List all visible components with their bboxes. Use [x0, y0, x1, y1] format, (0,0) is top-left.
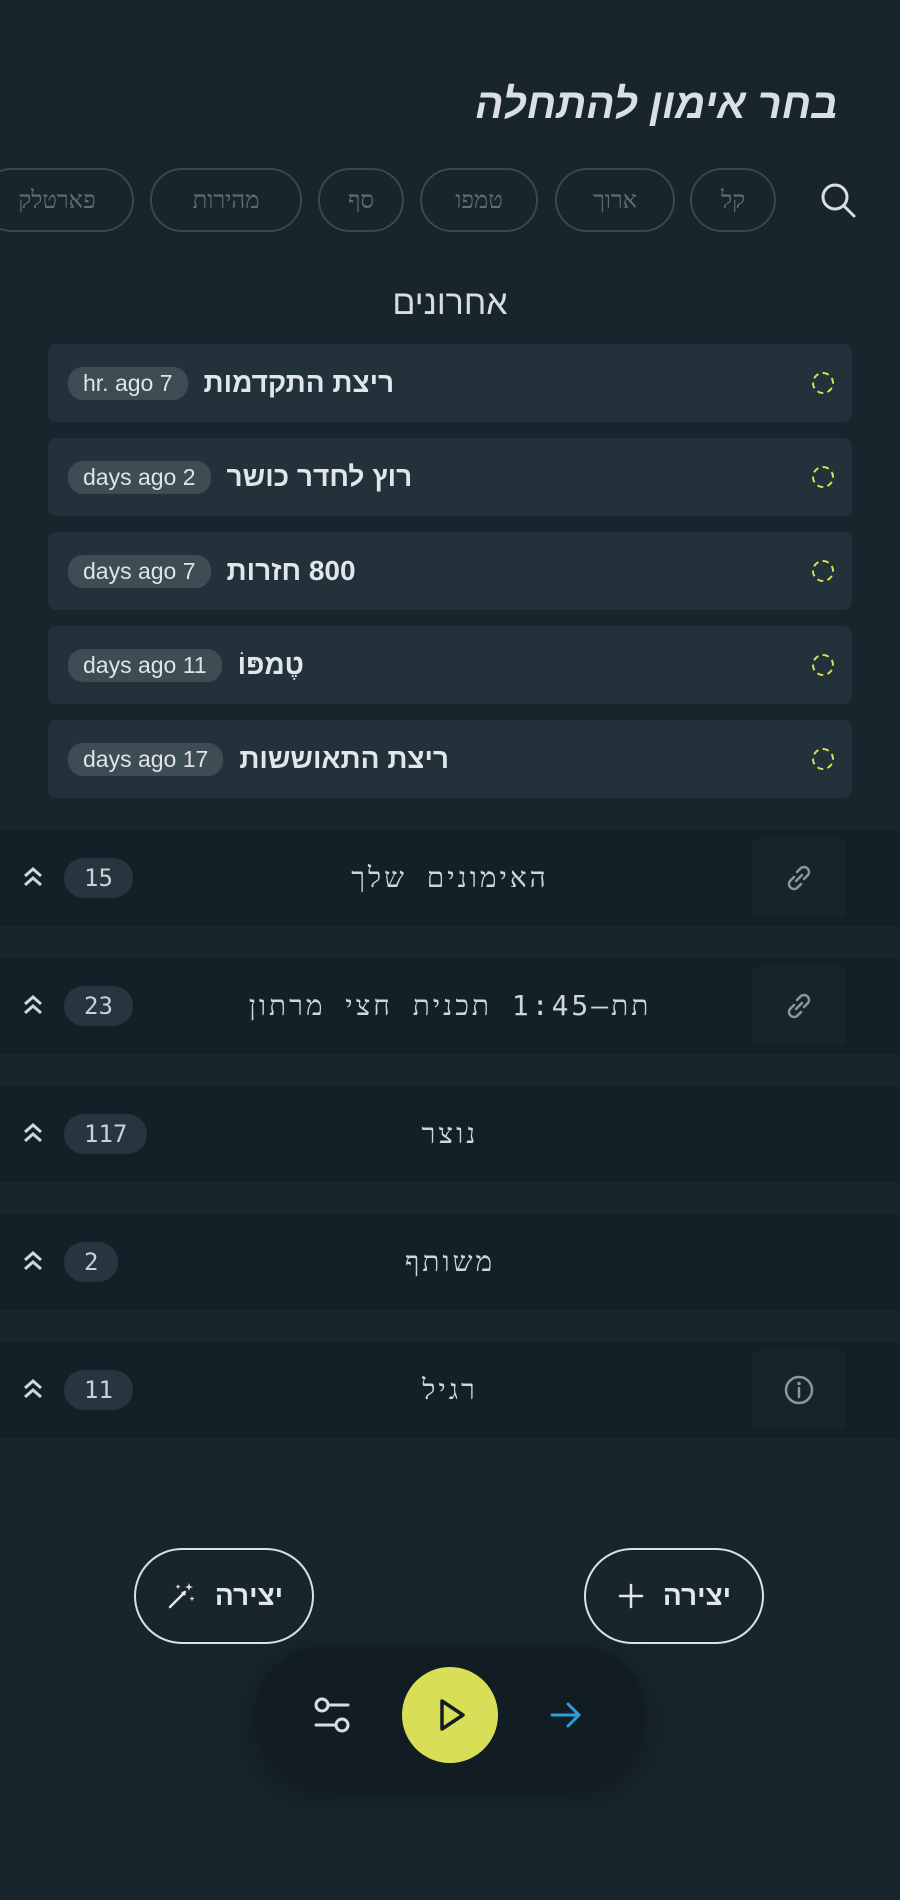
double-chevron-up-icon[interactable] — [20, 864, 46, 890]
sliders-icon[interactable] — [312, 1695, 352, 1735]
filter-chip[interactable]: סף — [318, 168, 404, 232]
status-dot-icon — [812, 560, 834, 582]
bottom-control-bar — [254, 1646, 646, 1784]
recent-workout-item[interactable]: days ago 17 ריצת התאוששות — [48, 720, 852, 798]
count-badge: 23 — [64, 986, 133, 1026]
section-label: האימונים שלך — [351, 861, 549, 894]
play-icon — [440, 1699, 465, 1731]
recent-workout-title: טֶמפּוֹ — [237, 649, 304, 680]
section-label: תת–1:45 תכנית חצי מרתון — [248, 989, 652, 1022]
filter-chip[interactable]: פארטלק — [0, 168, 134, 232]
section-half-marathon-plan[interactable]: 23 תת–1:45 תכנית חצי מרתון — [0, 958, 900, 1054]
count-badge: 117 — [64, 1114, 148, 1154]
section-created[interactable]: 117 נוצר — [0, 1086, 900, 1182]
arrow-right-icon[interactable] — [548, 1697, 584, 1733]
filter-chip[interactable]: קל — [690, 168, 776, 232]
status-dot-icon — [812, 466, 834, 488]
count-badge: 2 — [64, 1242, 119, 1282]
recent-workout-title: ריצת התאוששות — [239, 743, 450, 774]
status-dot-icon — [812, 372, 834, 394]
filter-chip[interactable]: מהירות — [150, 168, 302, 232]
link-icon — [787, 865, 811, 891]
double-chevron-up-icon[interactable] — [20, 1376, 46, 1402]
create-button[interactable]: יצירה — [584, 1548, 764, 1644]
section-link-button[interactable] — [752, 966, 846, 1046]
filter-chip[interactable]: ארוך — [555, 168, 675, 232]
time-badge: days ago 17 — [68, 742, 224, 776]
page-title: בחר אימון להתחלה — [475, 80, 838, 127]
info-icon — [784, 1375, 814, 1405]
recents-heading: אחרונים — [392, 284, 508, 322]
create-ai-label: יצירה — [214, 1580, 284, 1611]
double-chevron-up-icon[interactable] — [20, 1120, 46, 1146]
status-dot-icon — [812, 654, 834, 676]
create-label: יצירה — [662, 1580, 732, 1611]
double-chevron-up-icon[interactable] — [20, 992, 46, 1018]
filter-row: פארטלק מהירות סף טמפו ארוך קל — [0, 168, 900, 232]
time-badge: hr. ago 7 — [68, 366, 188, 400]
time-badge: days ago 11 — [68, 648, 222, 682]
section-label: רגיל — [422, 1373, 478, 1406]
magic-wand-icon — [168, 1583, 195, 1609]
status-dot-icon — [812, 748, 834, 770]
time-badge: days ago 2 — [68, 460, 211, 494]
recent-workout-title: רוץ לחדר כושר — [226, 461, 413, 492]
recent-workout-title: ריצת התקדמות — [203, 367, 395, 398]
create-ai-button[interactable]: יצירה — [134, 1548, 314, 1644]
time-badge: days ago 7 — [68, 554, 211, 588]
section-shared[interactable]: 2 משותף — [0, 1214, 900, 1310]
recent-workout-item[interactable]: hr. ago 7 ריצת התקדמות — [48, 344, 852, 422]
section-your-workouts[interactable]: 15 האימונים שלך — [0, 830, 900, 926]
filter-chip[interactable]: טמפו — [420, 168, 538, 232]
count-badge: 15 — [64, 858, 133, 898]
search-icon[interactable] — [818, 180, 858, 220]
section-link-button[interactable] — [752, 838, 846, 918]
recent-workout-item[interactable]: days ago 2 רוץ לחדר כושר — [48, 438, 852, 516]
double-chevron-up-icon[interactable] — [20, 1248, 46, 1274]
recent-workout-title: 800 חזרות — [226, 555, 356, 586]
section-label: נוצר — [421, 1117, 479, 1150]
section-info-button[interactable] — [752, 1350, 846, 1430]
recent-workout-item[interactable]: days ago 11 טֶמפּוֹ — [48, 626, 852, 704]
count-badge: 11 — [64, 1370, 133, 1410]
play-button[interactable] — [402, 1667, 498, 1763]
plus-icon — [618, 1583, 644, 1609]
link-icon — [787, 993, 811, 1019]
section-regular[interactable]: 11 רגיל — [0, 1342, 900, 1438]
section-label: משותף — [404, 1245, 496, 1278]
recent-workout-item[interactable]: days ago 7 800 חזרות — [48, 532, 852, 610]
